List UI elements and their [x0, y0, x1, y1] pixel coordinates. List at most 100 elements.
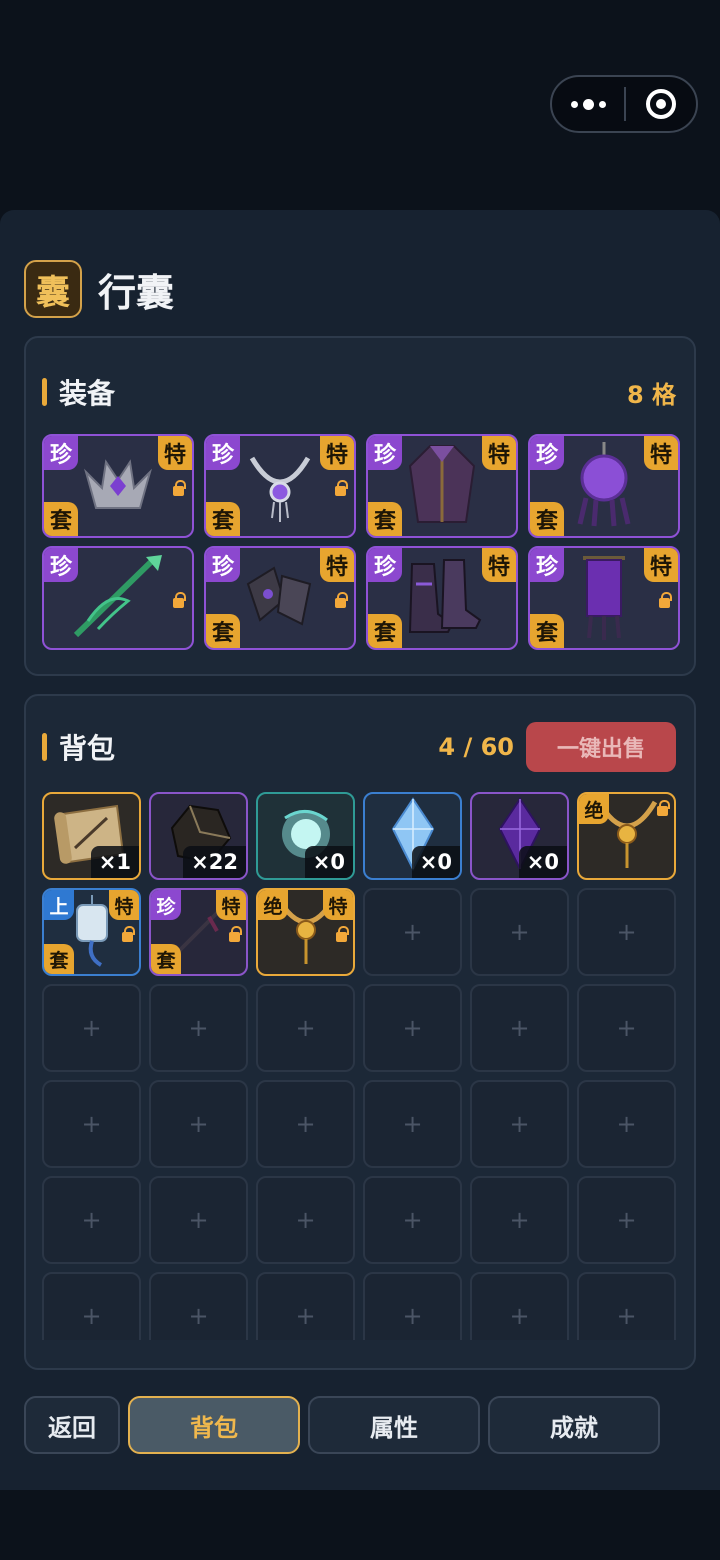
equipment-section: 装备 8 格 珍特套珍特套珍特套珍特套珍珍特套珍特套珍特套: [24, 336, 696, 676]
jade-spear-icon: [68, 551, 168, 645]
empty-bag-slot[interactable]: +: [363, 888, 462, 976]
item-quantity: ×0: [304, 846, 353, 878]
empty-bag-slot[interactable]: +: [363, 1176, 462, 1264]
equipment-slot[interactable]: 珍 特套: [528, 546, 680, 650]
bag-item-slot[interactable]: 珍 特套: [149, 888, 248, 976]
item-quantity: ×0: [411, 846, 460, 878]
empty-bag-slot[interactable]: +: [577, 1272, 676, 1340]
quality-badge: 珍: [44, 436, 78, 470]
empty-bag-slot[interactable]: +: [149, 1176, 248, 1264]
bag-item-slot[interactable]: 绝特: [256, 888, 355, 976]
equipment-slot[interactable]: 珍: [42, 546, 194, 650]
add-icon: +: [295, 1206, 316, 1234]
empty-bag-slot[interactable]: +: [577, 888, 676, 976]
add-icon: +: [188, 1110, 209, 1138]
bag-grid: ×1 ×22 ×0 ×0 ×0 绝上特套珍特套绝特 + + + + + + + + + + + + + + + + + + + +…: [42, 792, 678, 1340]
empty-bag-slot[interactable]: +: [577, 1080, 676, 1168]
quality-badge: 特: [216, 890, 246, 920]
empty-bag-slot[interactable]: +: [256, 1176, 355, 1264]
close-target-icon[interactable]: [626, 77, 696, 131]
add-icon: +: [509, 1014, 530, 1042]
quality-badge: 特: [320, 436, 354, 470]
boots-icon: [398, 554, 486, 642]
empty-bag-slot[interactable]: +: [577, 984, 676, 1072]
lock-icon: [122, 926, 135, 942]
quality-badge: 套: [206, 502, 240, 536]
empty-bag-slot[interactable]: +: [470, 1080, 569, 1168]
purple-orb-pendant-icon: [562, 440, 646, 532]
empty-bag-slot[interactable]: +: [363, 1272, 462, 1340]
empty-bag-slot[interactable]: +: [363, 984, 462, 1072]
lock-icon: [336, 926, 349, 942]
empty-bag-slot[interactable]: +: [256, 1272, 355, 1340]
quality-badge: 特: [158, 436, 192, 470]
equipment-slot[interactable]: 珍 特套: [366, 546, 518, 650]
bag-item-slot[interactable]: ×0: [470, 792, 569, 880]
bag-item-slot[interactable]: ×1: [42, 792, 141, 880]
add-icon: +: [616, 1014, 637, 1042]
add-icon: +: [616, 1206, 637, 1234]
empty-bag-slot[interactable]: +: [42, 1272, 141, 1340]
empty-bag-slot[interactable]: +: [470, 1176, 569, 1264]
add-icon: +: [295, 1014, 316, 1042]
empty-bag-slot[interactable]: +: [470, 984, 569, 1072]
equipment-slot[interactable]: 珍 特套: [42, 434, 194, 538]
quality-badge: 套: [44, 944, 74, 974]
bottom-tabs: 返回 背包 属性 成就: [24, 1396, 660, 1454]
equipment-slot[interactable]: 珍 特套: [204, 434, 356, 538]
empty-bag-slot[interactable]: +: [149, 1272, 248, 1340]
tab-bag[interactable]: 背包: [128, 1396, 300, 1454]
add-icon: +: [402, 918, 423, 946]
bag-count: 4 / 60: [438, 733, 514, 761]
empty-bag-slot[interactable]: +: [470, 888, 569, 976]
gauntlets-icon: [238, 554, 322, 642]
add-icon: +: [81, 1302, 102, 1330]
empty-bag-slot[interactable]: +: [256, 1080, 355, 1168]
tab-back[interactable]: 返回: [24, 1396, 120, 1454]
sell-all-button[interactable]: 一键出售: [526, 722, 676, 772]
lock-icon: [659, 592, 672, 608]
bag-item-slot[interactable]: 绝: [577, 792, 676, 880]
equipment-slot[interactable]: 珍 特套: [204, 546, 356, 650]
bag-item-slot[interactable]: ×22: [149, 792, 248, 880]
quality-badge: 珍: [530, 548, 564, 582]
empty-bag-slot[interactable]: +: [363, 1080, 462, 1168]
tab-attributes[interactable]: 属性: [308, 1396, 480, 1454]
empty-bag-slot[interactable]: +: [149, 1080, 248, 1168]
bag-section: 背包 4 / 60 一键出售 ×1 ×22 ×0 ×0 ×0 绝上特套珍特套绝特 + + + + +…: [24, 694, 696, 1370]
quality-badge: 特: [320, 548, 354, 582]
add-icon: +: [616, 1302, 637, 1330]
add-icon: +: [295, 1302, 316, 1330]
add-icon: +: [616, 918, 637, 946]
empty-bag-slot[interactable]: +: [42, 1176, 141, 1264]
page-title: 行囊: [98, 270, 175, 315]
bag-item-slot[interactable]: ×0: [256, 792, 355, 880]
panel-header: 囊 行囊: [24, 260, 174, 318]
add-icon: +: [188, 1206, 209, 1234]
silver-necklace-icon: [238, 442, 322, 530]
bag-scroll-area[interactable]: ×1 ×22 ×0 ×0 ×0 绝上特套珍特套绝特 + + + + + + + + + + + + + + + + + + + +…: [42, 792, 678, 1340]
quality-badge: 套: [530, 502, 564, 536]
quality-badge: 套: [151, 944, 181, 974]
quality-badge: 绝: [258, 890, 288, 920]
equipment-header: 装备 8 格: [42, 372, 676, 412]
quality-badge: 特: [644, 436, 678, 470]
empty-bag-slot[interactable]: +: [149, 984, 248, 1072]
bag-item-slot[interactable]: 上 特套: [42, 888, 141, 976]
add-icon: +: [509, 1206, 530, 1234]
quality-badge: 特: [323, 890, 353, 920]
equipment-slot[interactable]: 珍 特套: [528, 434, 680, 538]
section-accent-bar: [42, 733, 47, 761]
quality-badge: 珍: [206, 436, 240, 470]
quality-badge: 特: [644, 548, 678, 582]
empty-bag-slot[interactable]: +: [42, 1080, 141, 1168]
more-icon[interactable]: [552, 77, 624, 131]
add-icon: +: [616, 1110, 637, 1138]
empty-bag-slot[interactable]: +: [42, 984, 141, 1072]
empty-bag-slot[interactable]: +: [577, 1176, 676, 1264]
empty-bag-slot[interactable]: +: [256, 984, 355, 1072]
tab-achievements[interactable]: 成就: [488, 1396, 660, 1454]
equipment-slot[interactable]: 珍 特套: [366, 434, 518, 538]
bag-item-slot[interactable]: ×0: [363, 792, 462, 880]
empty-bag-slot[interactable]: +: [470, 1272, 569, 1340]
